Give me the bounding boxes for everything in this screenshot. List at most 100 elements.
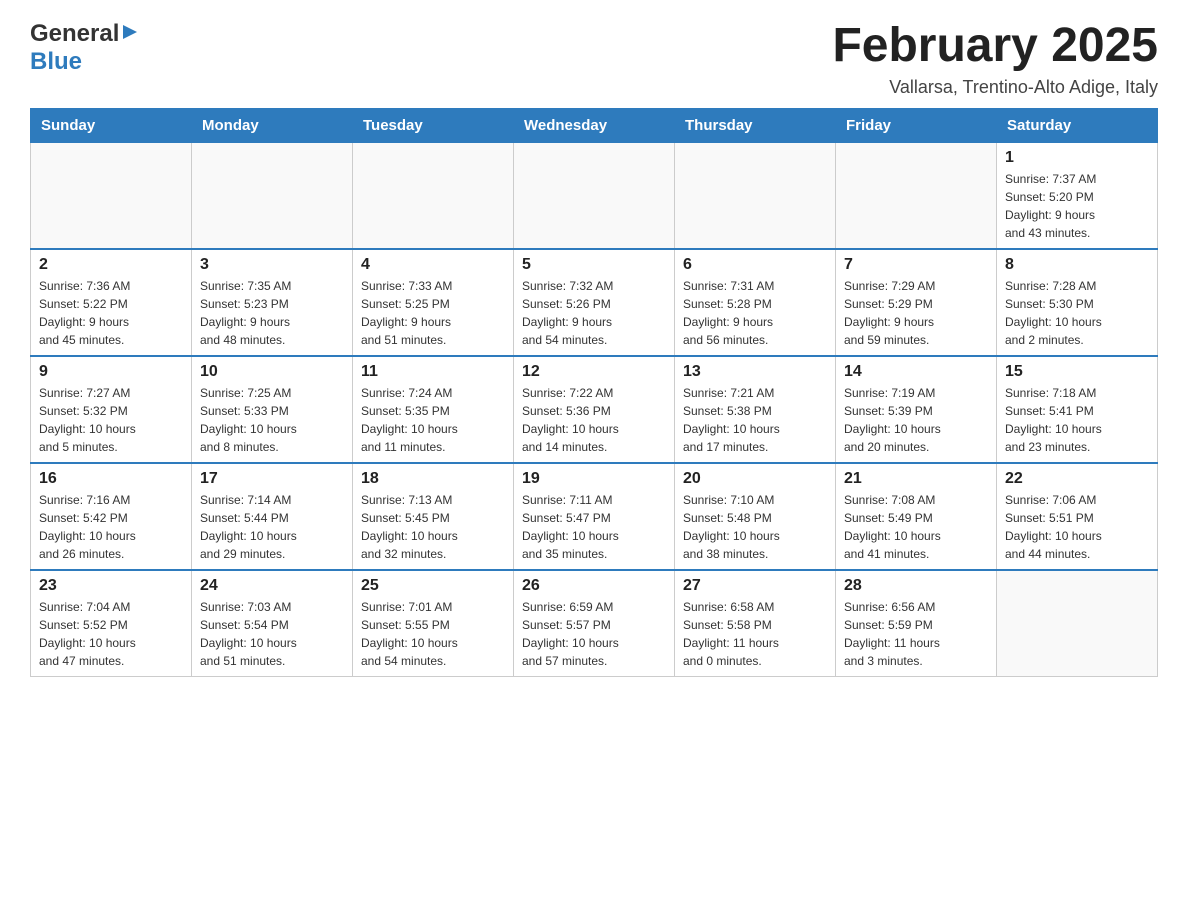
calendar-table: SundayMondayTuesdayWednesdayThursdayFrid…	[30, 108, 1158, 677]
calendar-cell: 6 Sunrise: 7:31 AMSunset: 5:28 PMDaylight…	[675, 249, 836, 356]
day-number: 1	[1005, 149, 1149, 167]
column-header-monday: Monday	[192, 108, 353, 142]
title-area: February 2025 Vallarsa, Trentino-Alto Ad…	[832, 20, 1158, 98]
day-number: 4	[361, 256, 505, 274]
calendar-cell: 4 Sunrise: 7:33 AMSunset: 5:25 PMDaylight…	[353, 249, 514, 356]
day-info: Sunrise: 7:14 AMSunset: 5:44 PMDaylight:…	[200, 491, 344, 563]
day-number: 3	[200, 256, 344, 274]
calendar-cell: 19 Sunrise: 7:11 AMSunset: 5:47 PMDayligh…	[514, 463, 675, 570]
day-info: Sunrise: 7:24 AMSunset: 5:35 PMDaylight:…	[361, 384, 505, 456]
location: Vallarsa, Trentino-Alto Adige, Italy	[832, 77, 1158, 98]
day-info: Sunrise: 6:58 AMSunset: 5:58 PMDaylight:…	[683, 598, 827, 670]
calendar-cell: 21 Sunrise: 7:08 AMSunset: 5:49 PMDayligh…	[836, 463, 997, 570]
column-header-friday: Friday	[836, 108, 997, 142]
calendar-cell	[675, 142, 836, 249]
calendar-cell: 25Sunrise: 7:01 AMSunset: 5:55 PMDayligh…	[353, 570, 514, 677]
day-info: Sunrise: 7:11 AMSunset: 5:47 PMDaylight:…	[522, 491, 666, 563]
day-info: Sunrise: 6:56 AMSunset: 5:59 PMDaylight:…	[844, 598, 988, 670]
column-header-sunday: Sunday	[31, 108, 192, 142]
day-info: Sunrise: 7:03 AMSunset: 5:54 PMDaylight:…	[200, 598, 344, 670]
calendar-cell: 12 Sunrise: 7:22 AMSunset: 5:36 PMDayligh…	[514, 356, 675, 463]
day-info: Sunrise: 7:08 AMSunset: 5:49 PMDaylight:…	[844, 491, 988, 563]
column-header-tuesday: Tuesday	[353, 108, 514, 142]
calendar-week-row: 9 Sunrise: 7:27 AMSunset: 5:32 PMDaylight…	[31, 356, 1158, 463]
day-number: 24	[200, 577, 344, 595]
day-info: Sunrise: 7:16 AMSunset: 5:42 PMDaylight:…	[39, 491, 183, 563]
calendar-cell: 28 Sunrise: 6:56 AMSunset: 5:59 PMDayligh…	[836, 570, 997, 677]
day-number: 21	[844, 470, 988, 488]
day-number: 17	[200, 470, 344, 488]
day-number: 16	[39, 470, 183, 488]
day-info: Sunrise: 7:01 AMSunset: 5:55 PMDaylight:…	[361, 598, 505, 670]
calendar-cell: 17 Sunrise: 7:14 AMSunset: 5:44 PMDayligh…	[192, 463, 353, 570]
day-info: Sunrise: 7:36 AMSunset: 5:22 PMDaylight:…	[39, 277, 183, 349]
day-info: Sunrise: 7:37 AMSunset: 5:20 PMDaylight:…	[1005, 170, 1149, 242]
calendar-cell: 18 Sunrise: 7:13 AMSunset: 5:45 PMDayligh…	[353, 463, 514, 570]
calendar-cell: 24 Sunrise: 7:03 AMSunset: 5:54 PMDayligh…	[192, 570, 353, 677]
calendar-cell	[31, 142, 192, 249]
column-header-thursday: Thursday	[675, 108, 836, 142]
calendar-header-row: SundayMondayTuesdayWednesdayThursdayFrid…	[31, 108, 1158, 142]
day-info: Sunrise: 6:59 AMSunset: 5:57 PMDaylight:…	[522, 598, 666, 670]
calendar-cell: 5Sunrise: 7:32 AMSunset: 5:26 PMDaylight…	[514, 249, 675, 356]
calendar-cell: 22Sunrise: 7:06 AMSunset: 5:51 PMDayligh…	[997, 463, 1158, 570]
day-number: 22	[1005, 470, 1149, 488]
day-number: 7	[844, 256, 988, 274]
day-info: Sunrise: 7:27 AMSunset: 5:32 PMDaylight:…	[39, 384, 183, 456]
day-info: Sunrise: 7:04 AMSunset: 5:52 PMDaylight:…	[39, 598, 183, 670]
calendar-week-row: 16 Sunrise: 7:16 AMSunset: 5:42 PMDayligh…	[31, 463, 1158, 570]
calendar-cell: 14 Sunrise: 7:19 AMSunset: 5:39 PMDayligh…	[836, 356, 997, 463]
calendar-week-row: 23 Sunrise: 7:04 AMSunset: 5:52 PMDayligh…	[31, 570, 1158, 677]
day-info: Sunrise: 7:33 AMSunset: 5:25 PMDaylight:…	[361, 277, 505, 349]
day-number: 18	[361, 470, 505, 488]
calendar-cell: 10 Sunrise: 7:25 AMSunset: 5:33 PMDayligh…	[192, 356, 353, 463]
day-number: 15	[1005, 363, 1149, 381]
day-number: 9	[39, 363, 183, 381]
day-number: 20	[683, 470, 827, 488]
day-info: Sunrise: 7:28 AMSunset: 5:30 PMDaylight:…	[1005, 277, 1149, 349]
calendar-cell: 11 Sunrise: 7:24 AMSunset: 5:35 PMDayligh…	[353, 356, 514, 463]
day-info: Sunrise: 7:25 AMSunset: 5:33 PMDaylight:…	[200, 384, 344, 456]
day-info: Sunrise: 7:35 AMSunset: 5:23 PMDaylight:…	[200, 277, 344, 349]
calendar-cell: 23 Sunrise: 7:04 AMSunset: 5:52 PMDayligh…	[31, 570, 192, 677]
calendar-cell: 16 Sunrise: 7:16 AMSunset: 5:42 PMDayligh…	[31, 463, 192, 570]
day-info: Sunrise: 7:19 AMSunset: 5:39 PMDaylight:…	[844, 384, 988, 456]
day-info: Sunrise: 7:18 AMSunset: 5:41 PMDaylight:…	[1005, 384, 1149, 456]
day-info: Sunrise: 7:22 AMSunset: 5:36 PMDaylight:…	[522, 384, 666, 456]
calendar-cell: 1 Sunrise: 7:37 AMSunset: 5:20 PMDaylight…	[997, 142, 1158, 249]
column-header-saturday: Saturday	[997, 108, 1158, 142]
calendar-cell	[836, 142, 997, 249]
logo-arrow-icon	[121, 23, 139, 46]
calendar-cell: 8 Sunrise: 7:28 AMSunset: 5:30 PMDaylight…	[997, 249, 1158, 356]
day-info: Sunrise: 7:29 AMSunset: 5:29 PMDaylight:…	[844, 277, 988, 349]
day-number: 19	[522, 470, 666, 488]
calendar-cell: 2 Sunrise: 7:36 AMSunset: 5:22 PMDaylight…	[31, 249, 192, 356]
day-number: 28	[844, 577, 988, 595]
calendar-cell: 20 Sunrise: 7:10 AMSunset: 5:48 PMDayligh…	[675, 463, 836, 570]
day-number: 6	[683, 256, 827, 274]
day-number: 12	[522, 363, 666, 381]
month-title: February 2025	[832, 20, 1158, 73]
day-number: 14	[844, 363, 988, 381]
calendar-cell: 26 Sunrise: 6:59 AMSunset: 5:57 PMDayligh…	[514, 570, 675, 677]
calendar-week-row: 2 Sunrise: 7:36 AMSunset: 5:22 PMDaylight…	[31, 249, 1158, 356]
day-number: 26	[522, 577, 666, 595]
calendar-cell: 27 Sunrise: 6:58 AMSunset: 5:58 PMDayligh…	[675, 570, 836, 677]
day-info: Sunrise: 7:10 AMSunset: 5:48 PMDaylight:…	[683, 491, 827, 563]
day-info: Sunrise: 7:31 AMSunset: 5:28 PMDaylight:…	[683, 277, 827, 349]
calendar-week-row: 1 Sunrise: 7:37 AMSunset: 5:20 PMDaylight…	[31, 142, 1158, 249]
page-header: General Blue February 2025 Vallarsa, Tre…	[30, 20, 1158, 98]
day-number: 8	[1005, 256, 1149, 274]
logo-blue-text: Blue	[30, 48, 82, 76]
day-info: Sunrise: 7:13 AMSunset: 5:45 PMDaylight:…	[361, 491, 505, 563]
day-info: Sunrise: 7:21 AMSunset: 5:38 PMDaylight:…	[683, 384, 827, 456]
day-number: 23	[39, 577, 183, 595]
day-number: 10	[200, 363, 344, 381]
calendar-cell: 9 Sunrise: 7:27 AMSunset: 5:32 PMDaylight…	[31, 356, 192, 463]
calendar-cell	[192, 142, 353, 249]
day-number: 11	[361, 363, 505, 381]
calendar-cell: 15 Sunrise: 7:18 AMSunset: 5:41 PMDayligh…	[997, 356, 1158, 463]
day-number: 2	[39, 256, 183, 274]
day-number: 13	[683, 363, 827, 381]
day-number: 27	[683, 577, 827, 595]
